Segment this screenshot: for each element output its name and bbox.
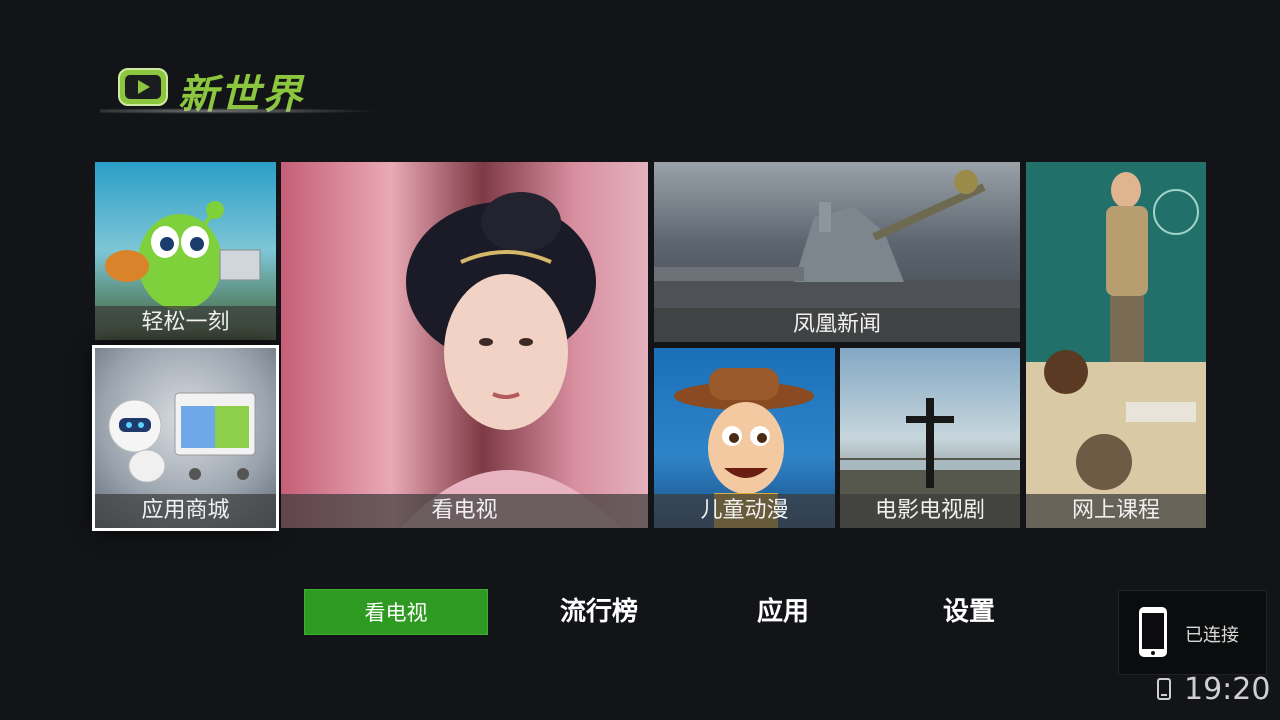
- tile-kids-cartoon-label: 儿童动漫: [654, 494, 835, 528]
- tile-app-store[interactable]: 应用商城: [92, 345, 279, 531]
- tile-online-courses[interactable]: 网上课程: [1026, 162, 1206, 528]
- tile-phoenix-news[interactable]: 凤凰新闻: [654, 162, 1020, 342]
- nav-trending[interactable]: 流行榜: [507, 589, 691, 635]
- nav-apps[interactable]: 应用: [691, 589, 875, 635]
- tile-movies-series-label: 电影电视剧: [840, 494, 1020, 528]
- logo-underline: [100, 108, 380, 114]
- app-logo: 新世界: [100, 58, 380, 118]
- tile-watch-tv-label: 看电视: [281, 494, 648, 528]
- nav-watch-tv[interactable]: 看电视: [304, 589, 488, 635]
- connection-status-text: 已连接: [1185, 625, 1239, 646]
- drama-portrait-image: [401, 192, 621, 528]
- launcher-screen: 新世界 轻松一刻 应用商城 看电视 凤凰新闻 儿童动漫 电影电视剧 网上课程 看…: [0, 0, 1280, 720]
- tile-phoenix-news-label: 凤凰新闻: [654, 308, 1020, 342]
- tile-relax[interactable]: 轻松一刻: [95, 162, 276, 340]
- tv-logo-icon: [118, 68, 168, 106]
- nav-settings[interactable]: 设置: [877, 589, 1061, 635]
- tile-movies-series[interactable]: 电影电视剧: [840, 348, 1020, 528]
- clock: 19:20: [1184, 672, 1271, 707]
- tile-app-store-label: 应用商城: [95, 494, 276, 528]
- tile-kids-cartoon[interactable]: 儿童动漫: [654, 348, 835, 528]
- phone-icon: [1139, 607, 1167, 657]
- connection-status-popup: 已连接: [1118, 590, 1267, 675]
- phone-status-icon: [1157, 678, 1171, 700]
- tile-relax-label: 轻松一刻: [95, 306, 276, 340]
- tile-watch-tv[interactable]: 看电视: [281, 162, 648, 528]
- classroom-image: [1026, 162, 1206, 528]
- tile-online-courses-label: 网上课程: [1026, 494, 1206, 528]
